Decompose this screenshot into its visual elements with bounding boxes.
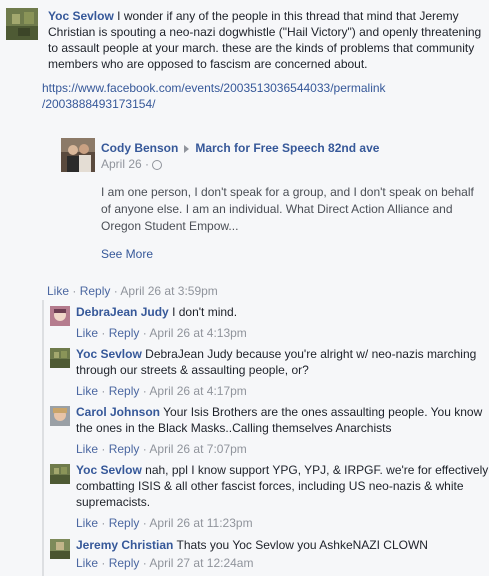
reply-timestamp[interactable]: April 26 at 11:23pm <box>149 516 252 530</box>
reply-link[interactable]: Reply <box>80 284 111 298</box>
comment-timestamp[interactable]: April 26 at 3:59pm <box>120 284 217 298</box>
see-more-link[interactable]: See More <box>101 247 153 261</box>
triangle-right-icon <box>184 144 190 153</box>
reply-timestamp[interactable]: April 26 at 7:07pm <box>149 442 246 456</box>
separator: · <box>101 442 106 456</box>
shared-post-date: April 26 · <box>101 157 163 171</box>
reply-timestamp[interactable]: April 26 at 4:17pm <box>149 384 246 398</box>
like-link[interactable]: Like <box>76 556 98 570</box>
like-link[interactable]: Like <box>76 442 98 456</box>
comment-body: Yoc Sevlow I wonder if any of the people… <box>48 8 484 72</box>
separator: · <box>72 284 77 298</box>
top-comment-actions: Like · Reply · April 26 at 3:59pm <box>47 284 218 298</box>
comment-link[interactable]: https://www.facebook.com/events/20035130… <box>42 80 478 112</box>
reply-actions: Like · Reply · April 26 at 4:13pm <box>76 326 247 340</box>
comment-author[interactable]: Yoc Sevlow <box>48 9 114 23</box>
reply-body: Carol Johnson Your Isis Brothers are the… <box>76 404 489 436</box>
like-link[interactable]: Like <box>47 284 69 298</box>
like-link[interactable]: Like <box>76 516 98 530</box>
reply-body: Yoc Sevlow nah, ppl I know support YPG, … <box>76 462 489 510</box>
reply-actions: Like · Reply · April 26 at 4:17pm <box>76 384 247 398</box>
avatar-yoc-sevlow[interactable] <box>6 8 38 40</box>
reply-actions: Like · Reply · April 26 at 11:23pm <box>76 516 253 530</box>
reply-author[interactable]: Yoc Sevlow <box>76 463 142 477</box>
shared-post-target[interactable]: March for Free Speech 82nd ave <box>195 141 379 155</box>
avatar-carol-johnson[interactable] <box>50 406 70 426</box>
reply-actions: Like · Reply · April 27 at 12:24am <box>76 556 253 570</box>
shared-post-body: I am one person, I don't speak for a gro… <box>101 185 474 233</box>
reply-link[interactable]: Reply <box>109 326 140 340</box>
shared-post-author[interactable]: Cody Benson <box>101 141 178 155</box>
reply-link[interactable]: Reply <box>109 442 140 456</box>
like-link[interactable]: Like <box>76 326 98 340</box>
separator: · <box>142 556 147 570</box>
reply-actions: Like · Reply · April 26 at 7:07pm <box>76 442 247 456</box>
avatar-jeremy-christian[interactable] <box>50 539 70 559</box>
reply-author[interactable]: Yoc Sevlow <box>76 347 142 361</box>
reply-author[interactable]: Jeremy Christian <box>76 538 173 552</box>
reply-body: DebraJean Judy I don't mind. <box>76 304 489 320</box>
link-line-1[interactable]: https://www.facebook.com/events/20035130… <box>42 80 478 96</box>
globe-icon <box>152 159 163 170</box>
reply-timestamp[interactable]: April 27 at 12:24am <box>149 556 253 570</box>
reply-link[interactable]: Reply <box>109 556 140 570</box>
separator: · <box>142 442 147 456</box>
reply-thread: DebraJean Judy I don't mind. Like · Repl… <box>42 300 489 576</box>
avatar-debrajean-judy[interactable] <box>50 306 70 326</box>
reply-body: Yoc Sevlow DebraJean Judy because you're… <box>76 346 489 378</box>
separator: · <box>101 384 106 398</box>
separator: · <box>113 284 118 298</box>
reply-author[interactable]: Carol Johnson <box>76 405 160 419</box>
avatar-cody-benson[interactable] <box>61 138 95 172</box>
separator: · <box>142 384 147 398</box>
reply-text: Thats you Yoc Sevlow you AshkeNAZI CLOWN <box>176 538 428 552</box>
reply-author[interactable]: DebraJean Judy <box>76 305 169 319</box>
link-line-2[interactable]: /2003888493173154/ <box>42 96 478 112</box>
avatar-yoc-sevlow[interactable] <box>50 464 70 484</box>
separator: · <box>142 326 147 340</box>
shared-post-header: Cody Benson March for Free Speech 82nd av… <box>101 140 379 156</box>
separator: · <box>101 516 106 530</box>
like-link[interactable]: Like <box>76 384 98 398</box>
shared-post-card[interactable]: Cody Benson March for Free Speech 82nd av… <box>53 128 489 280</box>
separator: · <box>142 516 147 530</box>
reply-text: I don't mind. <box>172 305 238 319</box>
separator: · <box>101 556 106 570</box>
shared-post-date-text[interactable]: April 26 · <box>101 157 149 171</box>
reply-timestamp[interactable]: April 26 at 4:13pm <box>149 326 246 340</box>
reply-link[interactable]: Reply <box>109 516 140 530</box>
separator: · <box>101 326 106 340</box>
reply-body: Jeremy Christian Thats you Yoc Sevlow yo… <box>76 537 489 553</box>
reply-link[interactable]: Reply <box>109 384 140 398</box>
avatar-yoc-sevlow[interactable] <box>50 348 70 368</box>
